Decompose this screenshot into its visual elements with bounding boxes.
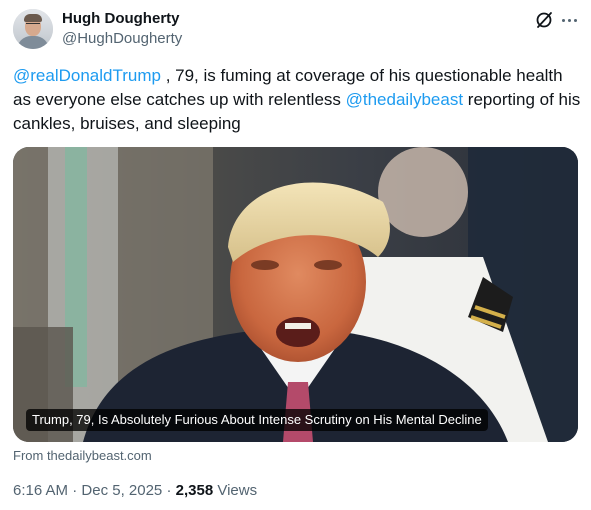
tweet-meta: 6:16 AM · Dec 5, 2025 · 2,358 Views bbox=[13, 481, 257, 501]
avatar[interactable] bbox=[13, 9, 53, 49]
news-photo bbox=[13, 147, 578, 442]
more-options-icon[interactable] bbox=[559, 10, 579, 30]
tweet-time[interactable]: 6:16 AM bbox=[13, 482, 68, 499]
grok-icon[interactable] bbox=[534, 10, 554, 30]
author-name[interactable]: Hugh Dougherty bbox=[62, 10, 180, 28]
mention-thedailybeast[interactable]: @thedailybeast bbox=[346, 90, 463, 109]
link-card-source[interactable]: From thedailybeast.com bbox=[13, 448, 152, 464]
link-card-image[interactable]: Trump, 79, Is Absolutely Furious About I… bbox=[13, 147, 578, 442]
mention-realdonaldtrump[interactable]: @realDonaldTrump bbox=[13, 66, 161, 85]
views-label: Views bbox=[213, 482, 258, 499]
link-card-caption: Trump, 79, Is Absolutely Furious About I… bbox=[26, 409, 488, 431]
tweet: Hugh Dougherty @HughDougherty @realDonal… bbox=[0, 0, 591, 510]
tweet-date[interactable]: Dec 5, 2025 bbox=[81, 482, 162, 499]
meta-separator: · bbox=[68, 482, 82, 499]
views-count: 2,358 bbox=[175, 482, 214, 499]
meta-separator-2: · bbox=[162, 482, 176, 499]
author-handle[interactable]: @HughDougherty bbox=[62, 30, 182, 48]
tweet-text: @realDonaldTrump , 79, is fuming at cove… bbox=[13, 64, 583, 136]
